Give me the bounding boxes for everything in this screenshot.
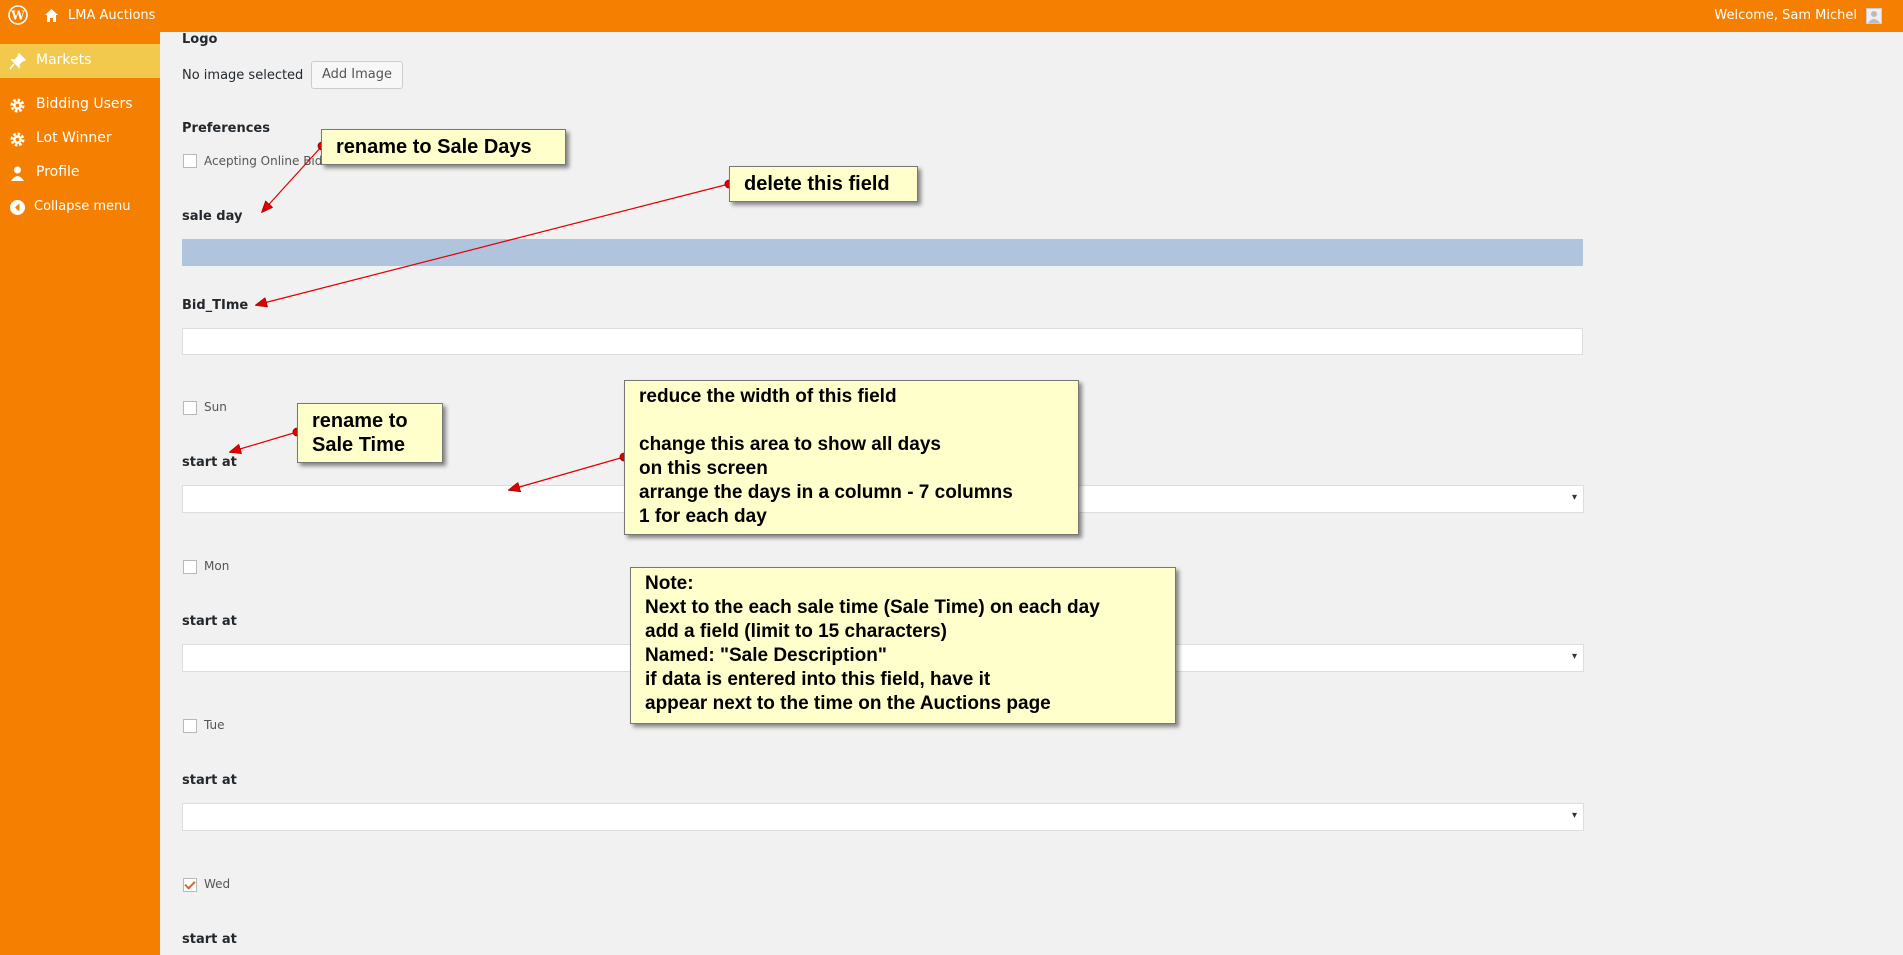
collapse-menu-button[interactable]: Collapse menu: [0, 190, 160, 224]
chevron-down-icon: ▾: [1571, 492, 1577, 503]
sidebar-item-markets[interactable]: Markets: [0, 44, 160, 78]
sidebar-item-label: Profile: [36, 164, 80, 180]
annotation-rename-sale-time: rename to Sale Time: [297, 403, 443, 463]
sale-day-label: sale day: [182, 209, 243, 224]
welcome-text[interactable]: Welcome, Sam Michel: [1714, 8, 1857, 23]
no-image-text: No image selected: [182, 68, 304, 83]
day-label-wed: Wed: [204, 877, 231, 891]
day-checkbox-sun[interactable]: [183, 401, 197, 415]
sale-day-field[interactable]: [182, 239, 1583, 266]
sidebar-item-lot-winner[interactable]: Lot Winner: [0, 122, 160, 156]
arrow-sale-time: [230, 431, 298, 452]
admin-top-bar: W LMA Auctions Welcome, Sam Michel: [0, 0, 1903, 32]
pin-icon: [9, 53, 26, 70]
annotation-delete-field: delete this field: [729, 166, 918, 202]
site-name-link[interactable]: LMA Auctions: [68, 8, 155, 23]
avatar-icon[interactable]: [1866, 8, 1882, 24]
start-at-label: start at: [182, 932, 237, 947]
home-icon[interactable]: [44, 8, 59, 23]
annotation-note-sale-description: Note: Next to the each sale time (Sale T…: [630, 567, 1176, 724]
bid-time-label: Bid_TIme: [182, 298, 249, 313]
gear-icon: [10, 98, 25, 113]
sidebar-item-label: Bidding Users: [36, 96, 133, 112]
sidebar-item-label: Collapse menu: [34, 199, 131, 214]
logo-label: Logo: [182, 32, 218, 47]
preferences-label: Preferences: [182, 121, 270, 136]
start-at-select-tue[interactable]: ▾: [182, 803, 1584, 831]
chevron-down-icon: ▾: [1571, 651, 1577, 662]
accepting-online-bids-label: Acepting Online Bids: [204, 154, 329, 168]
svg-text:W: W: [10, 9, 25, 23]
accepting-online-bids-checkbox[interactable]: [183, 154, 197, 168]
day-checkbox-tue[interactable]: [183, 719, 197, 733]
wordpress-icon[interactable]: W: [8, 5, 28, 25]
gear-icon: [10, 132, 25, 147]
annotation-rename-sale-days: rename to Sale Days: [321, 129, 566, 165]
sidebar-item-label: Lot Winner: [36, 130, 112, 146]
start-at-label: start at: [182, 614, 237, 629]
day-checkbox-mon[interactable]: [183, 560, 197, 574]
add-image-button[interactable]: Add Image: [311, 61, 404, 89]
sidebar-item-profile[interactable]: Profile: [0, 156, 160, 190]
bid-time-input[interactable]: [182, 328, 1583, 355]
annotation-reduce-width: reduce the width of this field change th…: [624, 380, 1079, 535]
admin-sidebar: Markets Bidding Users Lot Winner Profile…: [0, 32, 160, 955]
day-label-mon: Mon: [204, 559, 230, 573]
sidebar-item-bidding-users[interactable]: Bidding Users: [0, 88, 160, 122]
user-icon: [11, 166, 24, 181]
collapse-icon: [10, 200, 25, 215]
day-label-sun: Sun: [204, 400, 227, 414]
day-checkbox-wed[interactable]: [183, 878, 197, 892]
start-at-label: start at: [182, 773, 237, 788]
day-label-tue: Tue: [204, 718, 225, 732]
sidebar-item-label: Markets: [36, 52, 92, 68]
start-at-label: start at: [182, 455, 237, 470]
chevron-down-icon: ▾: [1571, 810, 1577, 821]
